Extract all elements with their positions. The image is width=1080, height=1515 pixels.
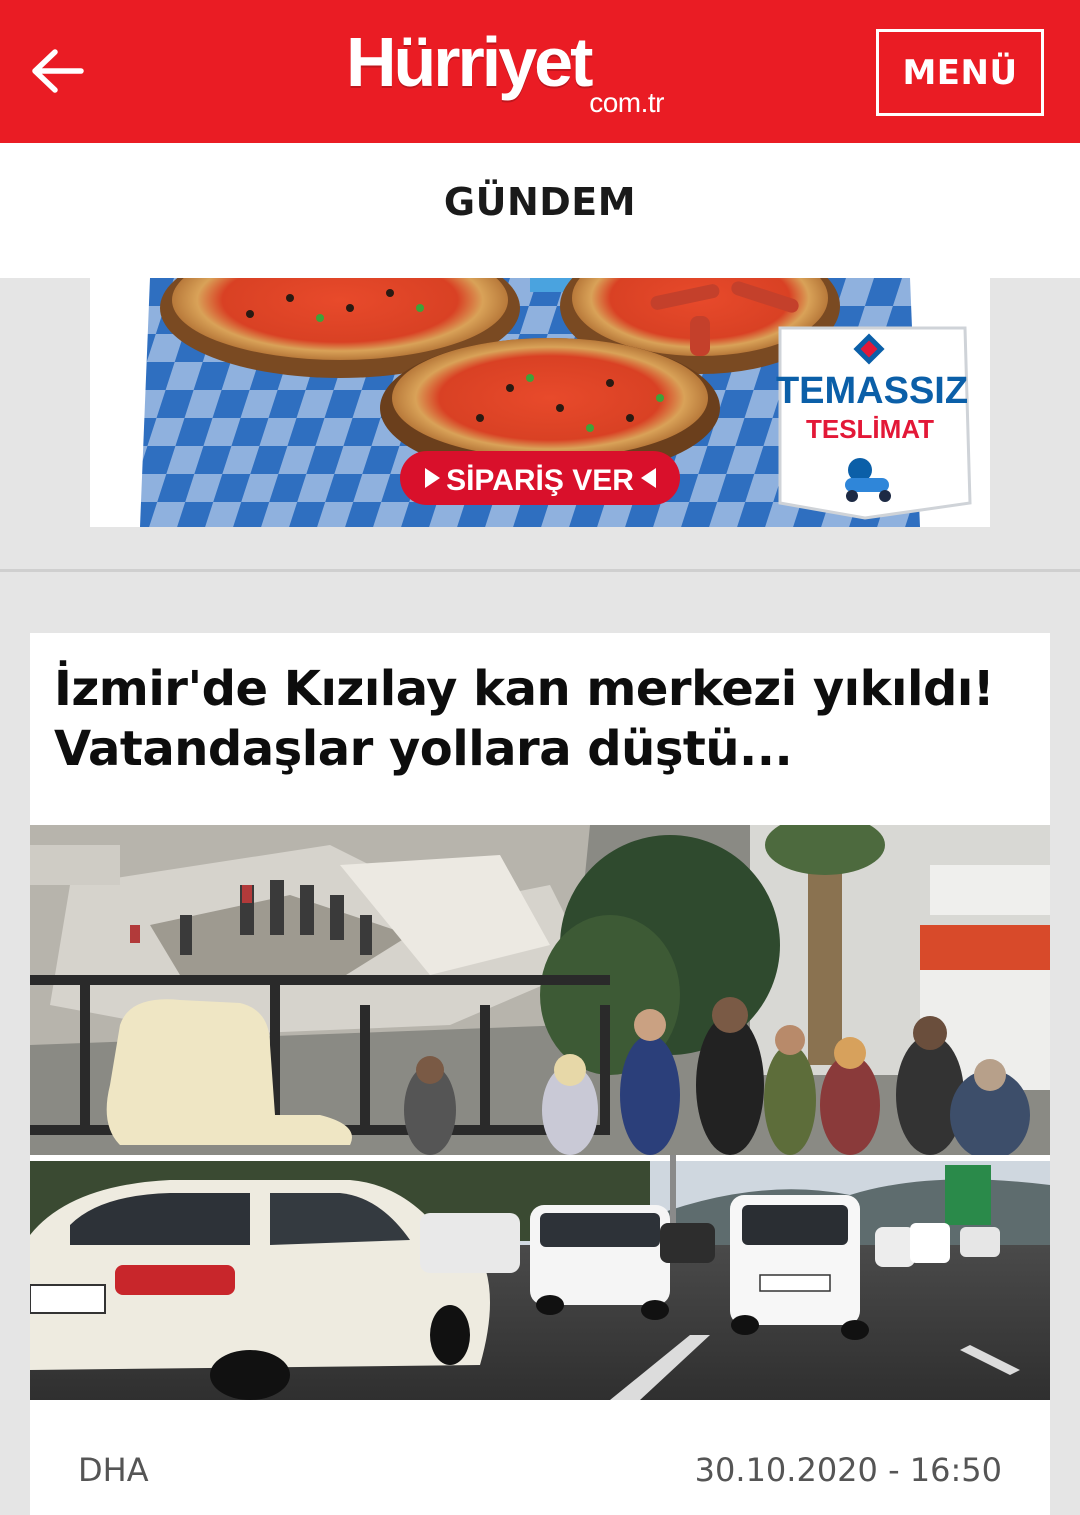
article-card[interactable]: İzmir'de Kızılay kan merkezi yıkıldı! Va…	[30, 633, 1050, 1515]
article-headline[interactable]: İzmir'de Kızılay kan merkezi yıkıldı! Va…	[54, 659, 1024, 779]
top-bar: Hürriyet com.tr MENÜ	[0, 0, 1080, 143]
back-button[interactable]	[22, 36, 92, 106]
ad-image: SİPARİŞ VER TEMASSIZ TESLİMAT	[90, 278, 990, 527]
ad-banner[interactable]: SİPARİŞ VER TEMASSIZ TESLİMAT	[90, 278, 990, 527]
menu-button[interactable]: MENÜ	[876, 29, 1044, 116]
logo-sub-text: com.tr	[589, 87, 664, 118]
site-logo[interactable]: Hürriyet com.tr	[340, 24, 670, 124]
section-bar: GÜNDEM	[0, 143, 1080, 278]
ad-badge-line2: TESLİMAT	[806, 414, 934, 444]
logo-main-text: Hürriyet	[346, 23, 593, 101]
article-meta: DHA 30.10.2020 - 16:50	[30, 1451, 1050, 1491]
section-divider	[0, 569, 1080, 572]
article-photo[interactable]	[30, 825, 1050, 1400]
ad-badge-line1: TEMASSIZ	[776, 370, 968, 412]
article-date: 30.10.2020 - 16:50	[694, 1451, 1002, 1489]
ad-cta-label: SİPARİŞ VER	[446, 464, 634, 497]
article-source: DHA	[78, 1451, 149, 1489]
article-image	[30, 825, 1050, 1400]
arrow-left-icon	[32, 49, 84, 93]
section-title: GÜNDEM	[443, 179, 637, 224]
